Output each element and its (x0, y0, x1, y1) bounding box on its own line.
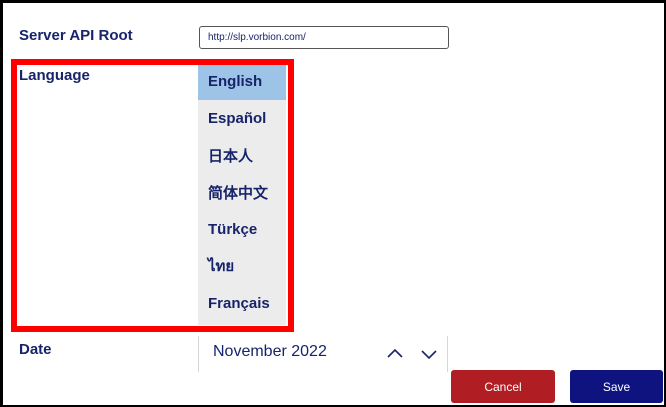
chevron-up-icon[interactable] (385, 346, 405, 362)
date-picker[interactable]: November 2022 (198, 336, 448, 372)
language-option-english[interactable]: English (198, 62, 286, 100)
language-option-japanese[interactable]: 日本人 (198, 136, 286, 174)
server-api-root-label: Server API Root (19, 27, 133, 44)
language-option-chinese-simplified[interactable]: 简体中文 (198, 173, 286, 211)
language-list[interactable]: English Español 日本人 简体中文 Türkçe ไทย Fran… (198, 62, 286, 325)
language-label: Language (19, 67, 90, 84)
date-label: Date (19, 341, 52, 358)
language-option-french[interactable]: Français (198, 284, 286, 322)
language-option-spanish[interactable]: Español (198, 99, 286, 137)
language-option-thai[interactable]: ไทย (198, 247, 286, 285)
chevron-down-icon[interactable] (419, 346, 439, 362)
language-option-turkish[interactable]: Türkçe (198, 210, 286, 248)
save-button[interactable]: Save (570, 370, 663, 403)
settings-window: Server API Root Language English Español… (0, 0, 666, 407)
date-value: November 2022 (213, 343, 327, 360)
server-api-root-input[interactable] (199, 26, 449, 49)
cancel-button[interactable]: Cancel (451, 370, 555, 403)
